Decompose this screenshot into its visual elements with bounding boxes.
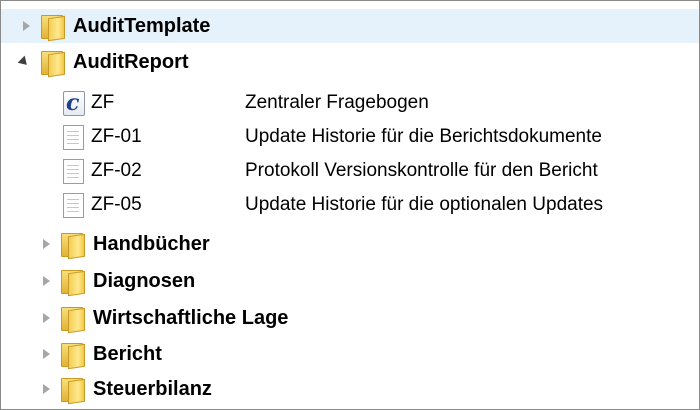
item-name: ZF bbox=[91, 92, 115, 113]
tree-node-label: Bericht bbox=[93, 342, 162, 365]
item-description: Update Historie für die Berichtsdokument… bbox=[245, 126, 602, 147]
tree-child-item[interactable]: ZF-02 Protokoll Versionskontrolle für de… bbox=[1, 154, 699, 188]
tree-node-label: Handbücher bbox=[93, 232, 210, 255]
item-description: Zentraler Fragebogen bbox=[245, 92, 429, 113]
item-description: Protokoll Versionskontrolle für den Beri… bbox=[245, 160, 598, 181]
tree-node-label: Wirtschaftliche Lage bbox=[93, 306, 289, 329]
item-name: ZF-05 bbox=[91, 194, 142, 215]
expand-arrow-icon[interactable] bbox=[19, 19, 33, 33]
tree-node-wirtschaftliche-lage[interactable]: Wirtschaftliche Lage bbox=[1, 301, 699, 335]
folder-icon bbox=[61, 376, 85, 405]
tree-node-label: Diagnosen bbox=[93, 269, 196, 292]
tree-node-steuerbilanz[interactable]: Steuerbilanz bbox=[1, 372, 699, 406]
folder-icon bbox=[61, 231, 85, 260]
tree-node-audittemplate[interactable]: AuditTemplate bbox=[1, 9, 699, 43]
expand-arrow-icon[interactable] bbox=[39, 311, 53, 325]
expand-arrow-icon[interactable] bbox=[39, 382, 53, 396]
folder-icon bbox=[41, 49, 65, 78]
folder-icon bbox=[61, 305, 85, 334]
tree-child-item[interactable]: ZF-01 Update Historie für die Berichtsdo… bbox=[1, 120, 699, 154]
tree-node-bericht[interactable]: Bericht bbox=[1, 337, 699, 371]
tree-node-diagnosen[interactable]: Diagnosen bbox=[1, 264, 699, 298]
tree-node-auditreport[interactable]: AuditReport bbox=[1, 45, 699, 79]
tree-node-handbuecher[interactable]: Handbücher bbox=[1, 227, 699, 261]
tree-child-item[interactable]: ZF-05 Update Historie für die optionalen… bbox=[1, 188, 699, 222]
tree-child-item[interactable]: c ZF Zentraler Fragebogen bbox=[1, 86, 699, 120]
tree-node-label: AuditReport bbox=[73, 50, 189, 73]
c-document-icon: c bbox=[63, 90, 85, 116]
text-document-icon bbox=[63, 159, 84, 184]
text-document-icon bbox=[63, 193, 84, 218]
item-description: Update Historie für die optionalen Updat… bbox=[245, 194, 604, 215]
expand-arrow-icon[interactable] bbox=[39, 347, 53, 361]
collapse-arrow-icon[interactable] bbox=[17, 55, 31, 69]
folder-icon bbox=[61, 268, 85, 297]
folder-icon bbox=[61, 341, 85, 370]
tree-view: AuditTemplate AuditReport c ZF Zentraler… bbox=[0, 0, 700, 410]
item-name: ZF-02 bbox=[91, 160, 142, 181]
expand-arrow-icon[interactable] bbox=[39, 274, 53, 288]
text-document-icon bbox=[63, 125, 84, 150]
item-name: ZF-01 bbox=[91, 126, 142, 147]
folder-icon bbox=[41, 13, 65, 42]
tree-node-label: AuditTemplate bbox=[73, 14, 211, 37]
expand-arrow-icon[interactable] bbox=[39, 237, 53, 251]
tree-node-label: Steuerbilanz bbox=[93, 377, 212, 400]
